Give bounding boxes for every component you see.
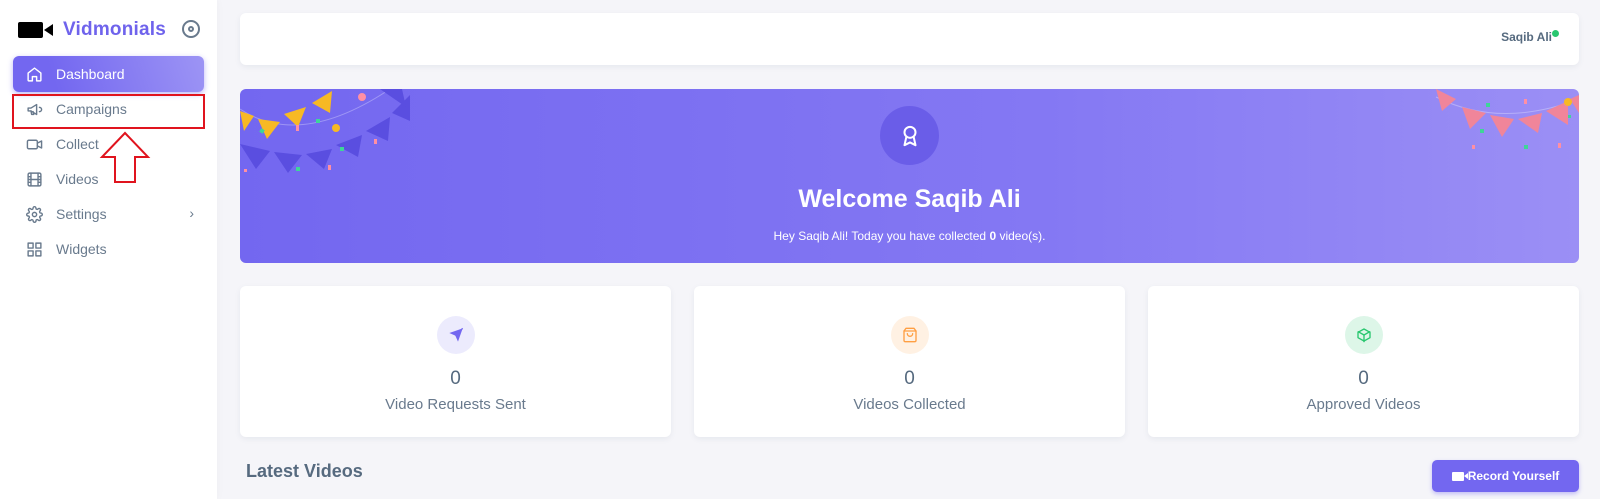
sidebar-item-label: Videos bbox=[56, 171, 99, 187]
box-icon bbox=[1344, 316, 1383, 354]
sidebar-toggle-icon[interactable] bbox=[182, 20, 200, 38]
film-icon bbox=[25, 170, 43, 188]
stat-value: 0 bbox=[904, 368, 915, 389]
stat-label: Approved Videos bbox=[1306, 396, 1421, 413]
online-status-dot bbox=[1552, 30, 1559, 37]
sidebar-item-campaigns[interactable]: Campaigns bbox=[13, 91, 204, 127]
welcome-banner: Welcome Saqib Ali Hey Saqib Ali! Today y… bbox=[240, 89, 1579, 263]
record-button-label: Record Yourself bbox=[1467, 469, 1560, 483]
stat-label: Video Requests Sent bbox=[385, 396, 526, 413]
shopping-bag-icon bbox=[890, 316, 929, 354]
latest-videos-heading: Latest Videos bbox=[246, 461, 363, 481]
megaphone-icon bbox=[25, 100, 43, 118]
home-icon bbox=[25, 65, 43, 83]
stat-card-videos-collected: 0 Videos Collected bbox=[694, 286, 1125, 437]
sidebar-item-label: Campaigns bbox=[56, 101, 127, 117]
video-camera-icon bbox=[25, 135, 43, 153]
sidebar-item-settings[interactable]: Settings › bbox=[13, 196, 204, 232]
grid-icon bbox=[25, 240, 43, 258]
sidebar-item-label: Dashboard bbox=[56, 66, 125, 82]
welcome-subtitle: Hey Saqib Ali! Today you have collected … bbox=[773, 229, 1046, 243]
sidebar-item-dashboard[interactable]: Dashboard bbox=[13, 56, 204, 92]
stat-card-approved-videos: 0 Approved Videos bbox=[1148, 286, 1579, 437]
chevron-right-icon: › bbox=[189, 205, 194, 221]
sidebar-item-label: Collect bbox=[56, 136, 99, 152]
gear-icon bbox=[25, 205, 43, 223]
stat-value: 0 bbox=[1358, 368, 1369, 389]
stat-value: 0 bbox=[450, 368, 461, 389]
video-camera-icon bbox=[1451, 471, 1468, 481]
sidebar-item-widgets[interactable]: Widgets bbox=[13, 231, 204, 267]
brand-name: Vidmonials bbox=[63, 19, 167, 40]
user-name[interactable]: Saqib Ali bbox=[1501, 30, 1552, 44]
send-icon bbox=[436, 316, 475, 354]
top-navbar: Saqib Ali bbox=[240, 13, 1579, 65]
annotation-up-arrow-icon bbox=[99, 131, 151, 183]
record-yourself-button[interactable]: Record Yourself bbox=[1432, 460, 1579, 492]
sidebar-item-label: Widgets bbox=[56, 241, 107, 257]
award-icon bbox=[880, 106, 939, 165]
video-camera-logo-icon bbox=[18, 18, 53, 42]
sidebar-item-label: Settings bbox=[56, 206, 107, 222]
sidebar: Vidmonials Dashboard Campaigns Collect V… bbox=[0, 0, 217, 499]
stat-card-requests-sent: 0 Video Requests Sent bbox=[240, 286, 671, 437]
welcome-title: Welcome Saqib Ali bbox=[798, 185, 1021, 213]
stat-label: Videos Collected bbox=[853, 396, 966, 413]
brand[interactable]: Vidmonials bbox=[18, 18, 166, 42]
